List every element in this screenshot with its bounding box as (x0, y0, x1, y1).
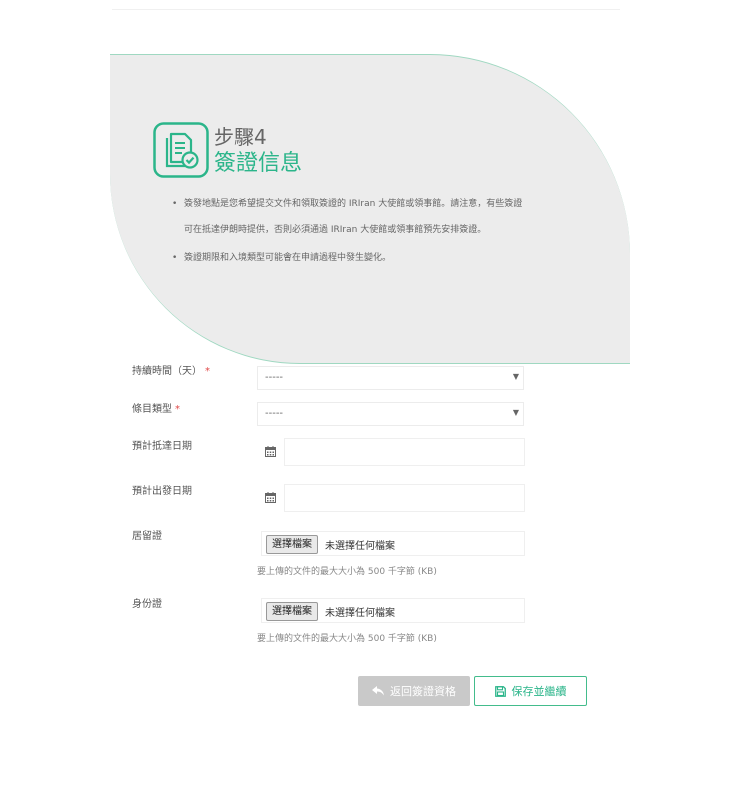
departure-date-field (257, 484, 525, 512)
floppy-disk-icon (494, 685, 506, 697)
arrival-date-input[interactable] (284, 438, 525, 466)
calendar-icon[interactable] (265, 446, 276, 457)
departure-date-label: 預計出發日期 (132, 486, 192, 497)
residence-permit-file-status: 未選擇任何檔案 (325, 541, 395, 552)
arrival-date-label: 預計抵達日期 (132, 441, 192, 452)
residence-permit-choose-file-button[interactable]: 選擇檔案 (266, 535, 318, 554)
step-number: 步驟4 (214, 125, 267, 149)
id-card-file-status: 未選擇任何檔案 (325, 608, 395, 619)
entry-type-select[interactable]: ----- ▼ (257, 402, 524, 426)
id-card-choose-file-button[interactable]: 選擇檔案 (266, 602, 318, 621)
required-marker: * (175, 404, 180, 415)
departure-date-input[interactable] (284, 484, 525, 512)
reply-arrow-icon (372, 686, 384, 696)
calendar-icon[interactable] (265, 492, 276, 503)
caret-down-icon: ▼ (512, 372, 519, 381)
id-card-file-input: 選擇檔案 未選擇任何檔案 (261, 598, 525, 623)
save-button-label: 保存並繼續 (511, 685, 567, 698)
entry-type-select-value: ----- (265, 408, 284, 419)
arrival-date-field (257, 438, 525, 466)
required-marker: * (205, 366, 210, 377)
caret-down-icon: ▼ (512, 408, 519, 417)
id-card-label: 身份證 (132, 599, 162, 610)
duration-label: 持續時間（天） * (132, 365, 210, 379)
duration-select[interactable]: ----- ▼ (257, 366, 524, 390)
duration-label-text: 持續時間（天） (132, 366, 202, 377)
note-item: 簽證期限和入境類型可能會在申請過程中發生變化。 (170, 252, 590, 265)
id-card-size-hint: 要上傳的文件的最大大小為 500 千字節 (KB) (257, 634, 437, 644)
step-title: 簽證信息 (214, 151, 303, 176)
back-button-label: 返回簽證資格 (390, 685, 456, 698)
residence-permit-size-hint: 要上傳的文件的最大大小為 500 千字節 (KB) (257, 567, 437, 577)
document-check-icon (153, 122, 209, 178)
entry-type-label: 條目類型 * (132, 403, 180, 417)
top-divider (112, 9, 620, 10)
note-text: 簽發地點是您希望提交文件和領取簽證的 IRIran 大使館或領事館。請注意，有些… (184, 199, 523, 209)
residence-permit-label: 居留證 (132, 531, 162, 542)
duration-select-value: ----- (265, 372, 284, 383)
note-text: 簽證期限和入境類型可能會在申請過程中發生變化。 (184, 253, 392, 263)
save-and-continue-button[interactable]: 保存並繼續 (474, 676, 587, 706)
note-item: 簽發地點是您希望提交文件和領取簽證的 IRIran 大使館或領事館。請注意，有些… (170, 198, 590, 250)
back-to-visa-eligibility-button[interactable]: 返回簽證資格 (358, 676, 470, 706)
note-text: 可在抵達伊朗時提供，否則必須通過 IRIran 大使館或領事館預先安排簽證。 (184, 225, 487, 235)
residence-permit-file-input: 選擇檔案 未選擇任何檔案 (261, 531, 525, 556)
visa-notes: 簽發地點是您希望提交文件和領取簽證的 IRIran 大使館或領事館。請注意，有些… (170, 196, 590, 265)
entry-type-label-text: 條目類型 (132, 404, 172, 415)
